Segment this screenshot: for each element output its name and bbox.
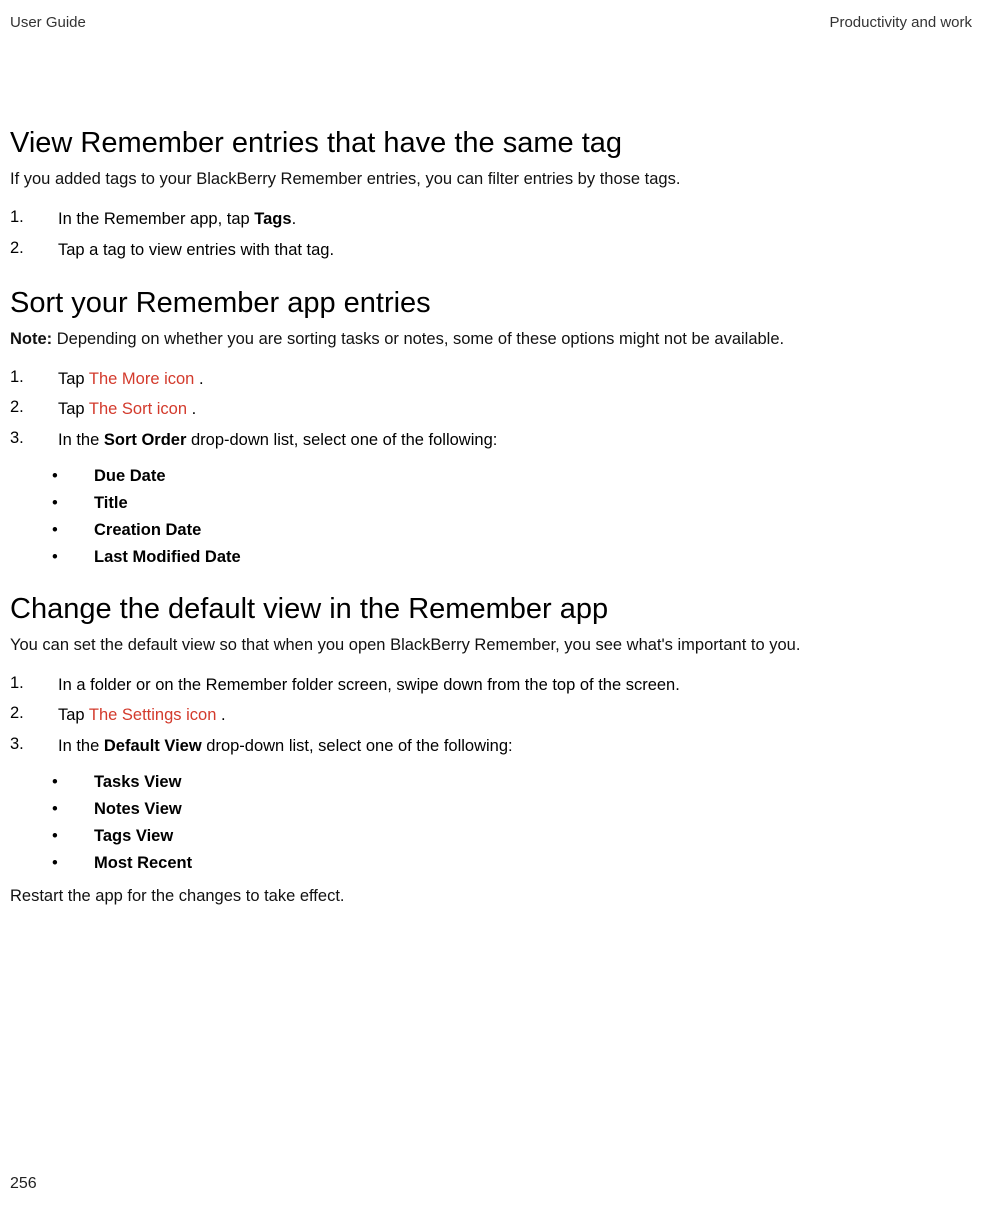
step-number: 2. <box>10 398 58 420</box>
text-fragment: . <box>199 370 204 388</box>
list-item: •Tags View <box>52 823 972 850</box>
list-item: 1. In the Remember app, tap Tags. <box>10 204 972 234</box>
step-text: In a folder or on the Remember folder sc… <box>58 674 972 696</box>
list-item: 2. Tap The Sort icon . <box>10 394 972 424</box>
bullet-icon: • <box>52 494 94 513</box>
bulleted-list: •Tasks View •Notes View •Tags View •Most… <box>52 769 972 877</box>
section-note: Note: Depending on whether you are sorti… <box>10 328 972 350</box>
list-item: 3. In the Default View drop-down list, s… <box>10 731 972 761</box>
list-item: 1. In a folder or on the Remember folder… <box>10 670 972 700</box>
step-number: 1. <box>10 208 58 230</box>
text-fragment: In the <box>58 431 104 449</box>
list-item: •Creation Date <box>52 517 972 544</box>
list-item: •Tasks View <box>52 769 972 796</box>
page-number: 256 <box>10 1175 37 1193</box>
section-heading: Sort your Remember app entries <box>10 287 972 320</box>
step-number: 2. <box>10 239 58 261</box>
bullet-icon: • <box>52 854 94 873</box>
step-number: 1. <box>10 368 58 390</box>
section-intro: You can set the default view so that whe… <box>10 634 972 656</box>
list-item: 1. Tap The More icon . <box>10 364 972 394</box>
list-item: •Last Modified Date <box>52 544 972 571</box>
section-heading: View Remember entries that have the same… <box>10 127 972 160</box>
text-fragment: Tap <box>58 706 89 724</box>
bullet-text: Due Date <box>94 467 972 486</box>
more-icon: The More icon <box>89 370 199 388</box>
text-fragment: drop-down list, select one of the follow… <box>202 737 513 755</box>
bullet-icon: • <box>52 467 94 486</box>
bullet-icon: • <box>52 521 94 540</box>
step-text: In the Remember app, tap Tags. <box>58 208 972 230</box>
bullet-text: Title <box>94 494 972 513</box>
step-number: 3. <box>10 429 58 451</box>
text-fragment: . <box>221 706 226 724</box>
bullet-text: Last Modified Date <box>94 548 972 567</box>
bullet-text: Notes View <box>94 800 972 819</box>
step-text: Tap The Settings icon . <box>58 704 972 726</box>
bold-term: Default View <box>104 737 202 755</box>
text-fragment: In the <box>58 737 104 755</box>
sort-icon: The Sort icon <box>89 400 192 418</box>
step-number: 2. <box>10 704 58 726</box>
bold-term: Sort Order <box>104 431 187 449</box>
step-number: 1. <box>10 674 58 696</box>
list-item: 3. In the Sort Order drop-down list, sel… <box>10 425 972 455</box>
text-fragment: . <box>292 210 297 228</box>
section-outro: Restart the app for the changes to take … <box>10 885 972 907</box>
list-item: 2. Tap a tag to view entries with that t… <box>10 235 972 265</box>
settings-icon: The Settings icon <box>89 706 221 724</box>
header-left: User Guide <box>10 14 86 31</box>
text-fragment: In the Remember app, tap <box>58 210 254 228</box>
bullet-text: Tasks View <box>94 773 972 792</box>
section-heading: Change the default view in the Remember … <box>10 593 972 626</box>
page-content: View Remember entries that have the same… <box>10 35 972 907</box>
bullet-text: Creation Date <box>94 521 972 540</box>
document-page: User Guide Productivity and work View Re… <box>0 0 982 1213</box>
note-label: Note: <box>10 330 52 348</box>
bullet-text: Most Recent <box>94 854 972 873</box>
list-item: •Most Recent <box>52 850 972 877</box>
bullet-text: Tags View <box>94 827 972 846</box>
step-text: In the Sort Order drop-down list, select… <box>58 429 972 451</box>
list-item: •Title <box>52 490 972 517</box>
bullet-icon: • <box>52 773 94 792</box>
step-number: 3. <box>10 735 58 757</box>
list-item: 2. Tap The Settings icon . <box>10 700 972 730</box>
bulleted-list: •Due Date •Title •Creation Date •Last Mo… <box>52 463 972 571</box>
bullet-icon: • <box>52 548 94 567</box>
text-fragment: Tap <box>58 400 89 418</box>
text-fragment: Tap <box>58 370 89 388</box>
page-header: User Guide Productivity and work <box>10 14 972 35</box>
text-fragment: drop-down list, select one of the follow… <box>186 431 497 449</box>
step-text: Tap The Sort icon . <box>58 398 972 420</box>
section-intro: If you added tags to your BlackBerry Rem… <box>10 168 972 190</box>
note-body: Depending on whether you are sorting tas… <box>52 330 784 348</box>
bullet-icon: • <box>52 827 94 846</box>
bullet-icon: • <box>52 800 94 819</box>
list-item: •Due Date <box>52 463 972 490</box>
list-item: •Notes View <box>52 796 972 823</box>
bold-term: Tags <box>254 210 291 228</box>
numbered-list: 1. In the Remember app, tap Tags. 2. Tap… <box>10 204 972 265</box>
numbered-list: 1. Tap The More icon . 2. Tap The Sort i… <box>10 364 972 455</box>
text-fragment: . <box>192 400 197 418</box>
header-right: Productivity and work <box>829 14 972 31</box>
step-text: In the Default View drop-down list, sele… <box>58 735 972 757</box>
numbered-list: 1. In a folder or on the Remember folder… <box>10 670 972 761</box>
step-text: Tap a tag to view entries with that tag. <box>58 239 972 261</box>
step-text: Tap The More icon . <box>58 368 972 390</box>
